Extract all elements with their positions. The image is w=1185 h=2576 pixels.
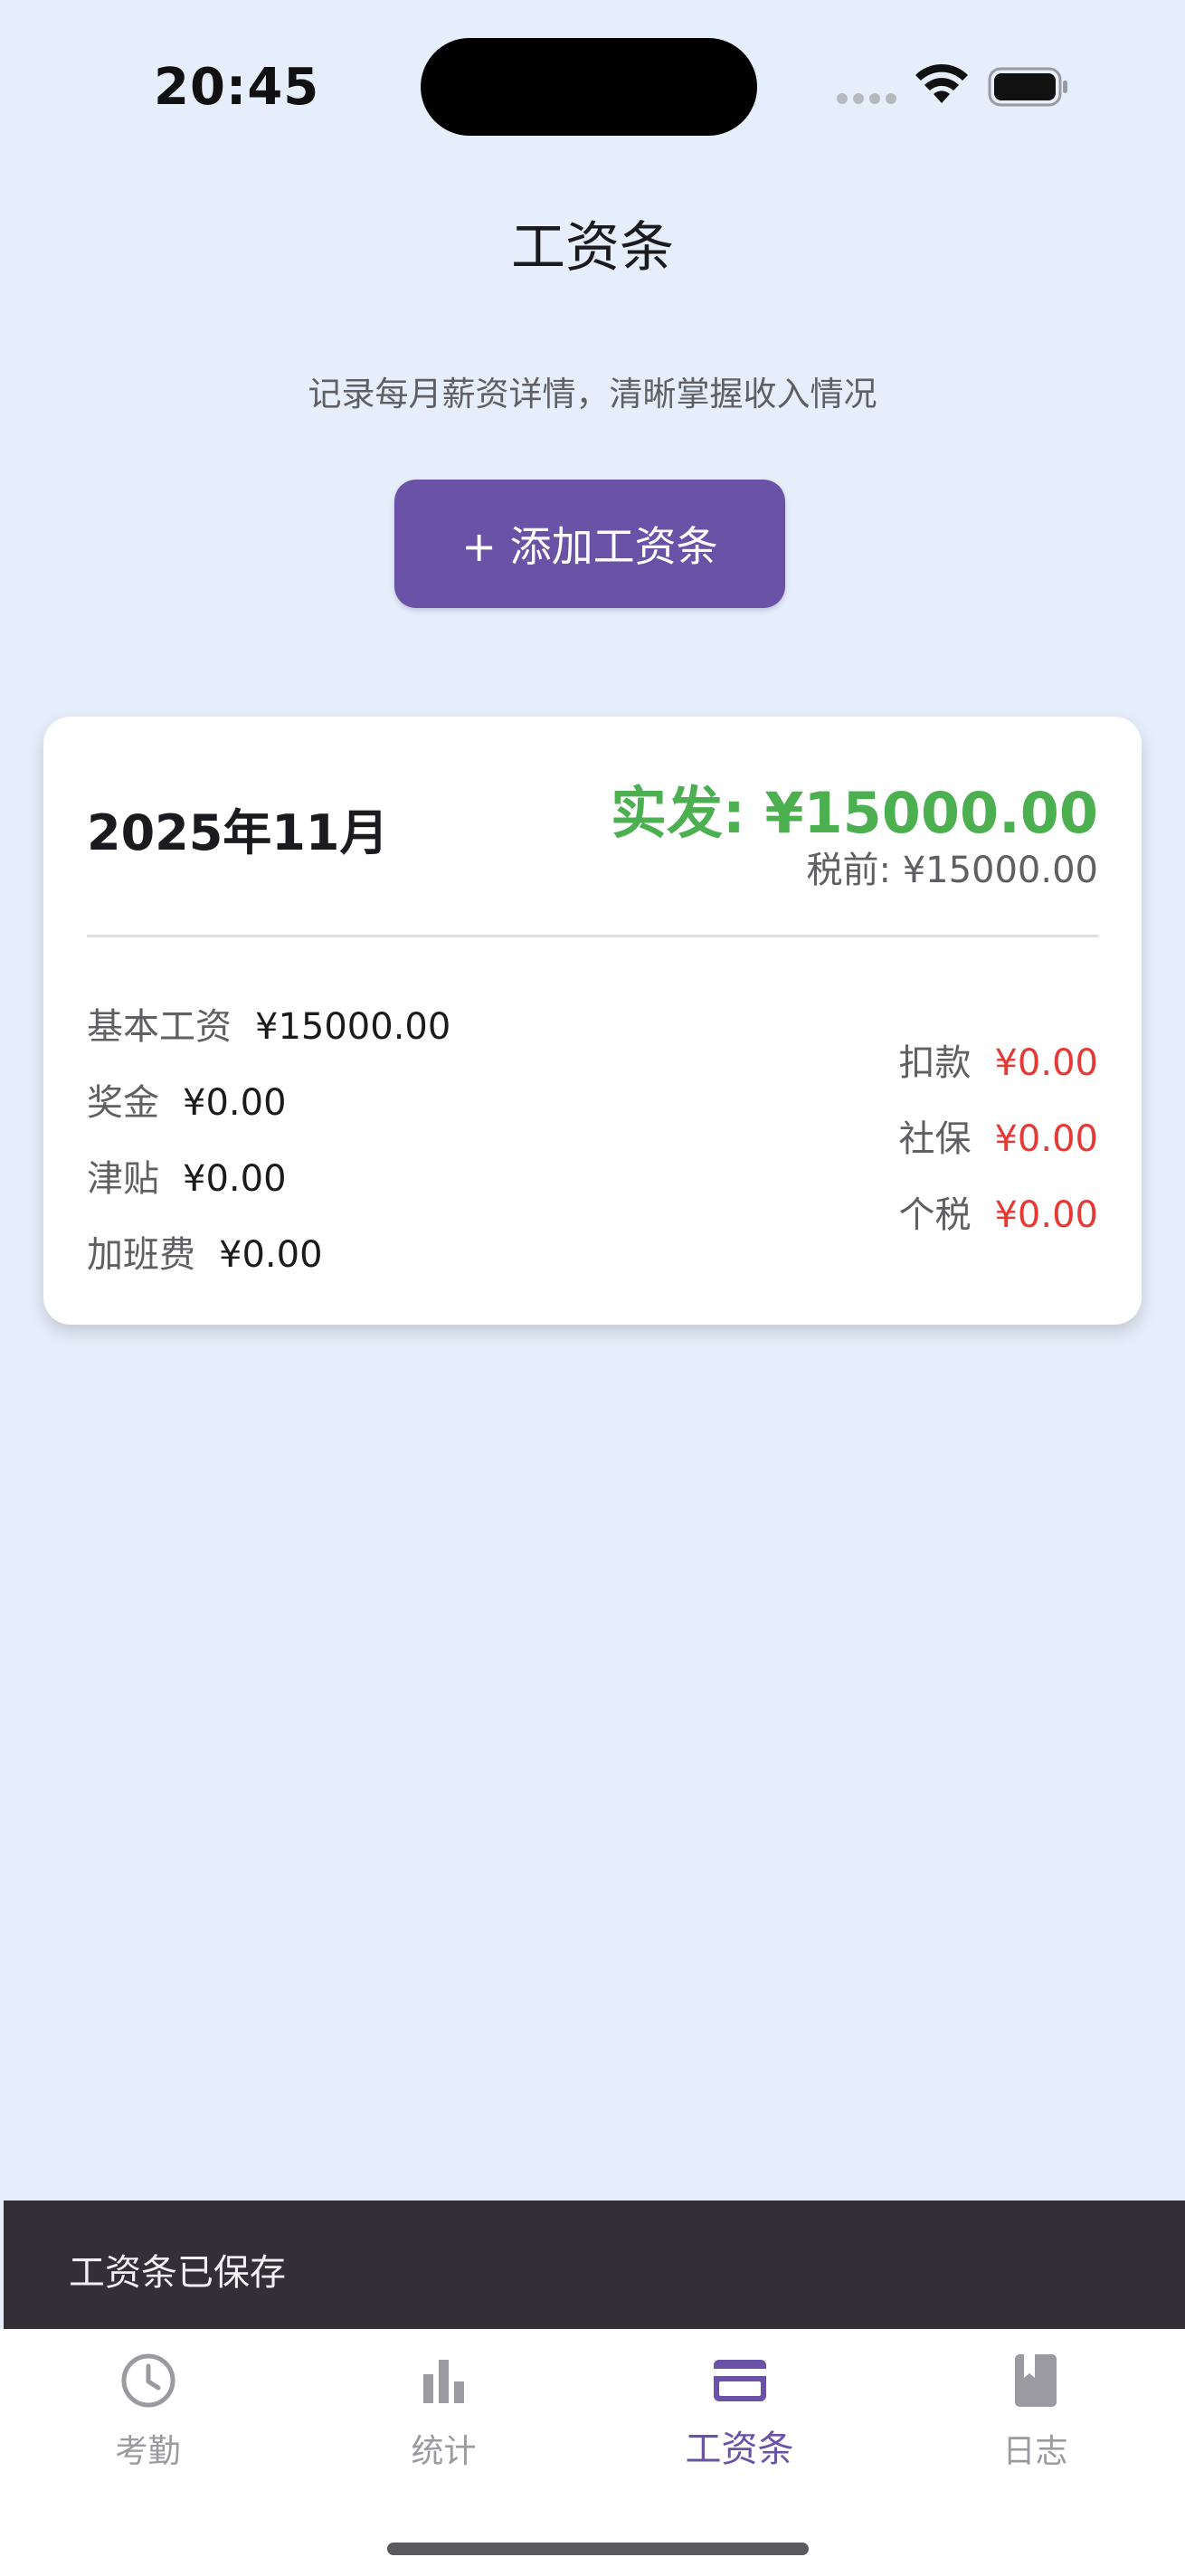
income-label: 基本工资: [87, 1006, 232, 1048]
cellular-signal-icon: [837, 93, 896, 104]
clock-icon: [121, 2353, 175, 2408]
deduction-label: 社保: [898, 1118, 972, 1160]
income-row: 加班费 ¥0.00: [87, 1225, 323, 1278]
status-bar: 20:45: [0, 0, 1185, 163]
income-label: 津贴: [87, 1158, 159, 1200]
status-time: 20:45: [154, 58, 320, 117]
credit-card-icon: [714, 2360, 766, 2401]
income-row: 津贴 ¥0.00: [87, 1149, 287, 1202]
income-row: 基本工资 ¥15000.00: [87, 997, 450, 1050]
home-indicator: [387, 2543, 809, 2555]
income-label: 加班费: [87, 1234, 195, 1276]
page-title: 工资条: [511, 216, 674, 280]
bar-chart-icon: [423, 2360, 464, 2403]
income-value: ¥0.00: [183, 1158, 287, 1200]
deduction-value: ¥0.00: [994, 1042, 1098, 1084]
deduction-label: 个税: [898, 1194, 972, 1236]
tab-label: 日志: [1002, 2433, 1068, 2470]
net-pay: 实发: ¥15000.00: [610, 780, 1098, 846]
tab-attendance[interactable]: 考勤: [0, 2329, 296, 2492]
tab-log[interactable]: 日志: [887, 2329, 1183, 2492]
wifi-icon: [915, 63, 968, 103]
income-label: 奖金: [87, 1082, 159, 1124]
income-row: 奖金 ¥0.00: [87, 1073, 287, 1126]
battery-icon: [988, 67, 1067, 107]
snackbar-message: 工资条已保存: [69, 2252, 286, 2294]
pretax-pay: 税前: ¥15000.00: [806, 850, 1099, 891]
deduction-label: 扣款: [898, 1042, 972, 1084]
tab-payslip[interactable]: 工资条: [592, 2329, 887, 2492]
deduction-row: 扣款 ¥0.00: [898, 1033, 1098, 1086]
tab-label: 考勤: [115, 2433, 181, 2470]
add-payslip-button[interactable]: + 添加工资条: [394, 480, 785, 608]
bottom-tab-bar: 考勤 统计 工资条 日志: [0, 2329, 1185, 2576]
tab-label: 统计: [411, 2433, 477, 2470]
deduction-row: 社保 ¥0.00: [898, 1109, 1098, 1162]
tab-label: 工资条: [685, 2429, 794, 2470]
income-value: ¥0.00: [219, 1234, 323, 1276]
book-icon: [1015, 2354, 1057, 2407]
deduction-value: ¥0.00: [994, 1118, 1098, 1160]
payslip-month: 2025年11月: [87, 804, 389, 861]
divider: [87, 935, 1098, 937]
income-value: ¥0.00: [183, 1082, 287, 1124]
deduction-row: 个税 ¥0.00: [898, 1185, 1098, 1238]
page-subtitle: 记录每月薪资详情，清晰掌握收入情况: [308, 375, 877, 413]
snackbar: 工资条已保存: [4, 2201, 1185, 2329]
dynamic-island: [421, 38, 757, 136]
tab-statistics[interactable]: 统计: [296, 2329, 592, 2492]
deduction-value: ¥0.00: [994, 1194, 1098, 1236]
payslip-card[interactable]: 2025年11月 实发: ¥15000.00 税前: ¥15000.00 基本工…: [43, 717, 1142, 1325]
income-value: ¥15000.00: [255, 1006, 451, 1048]
